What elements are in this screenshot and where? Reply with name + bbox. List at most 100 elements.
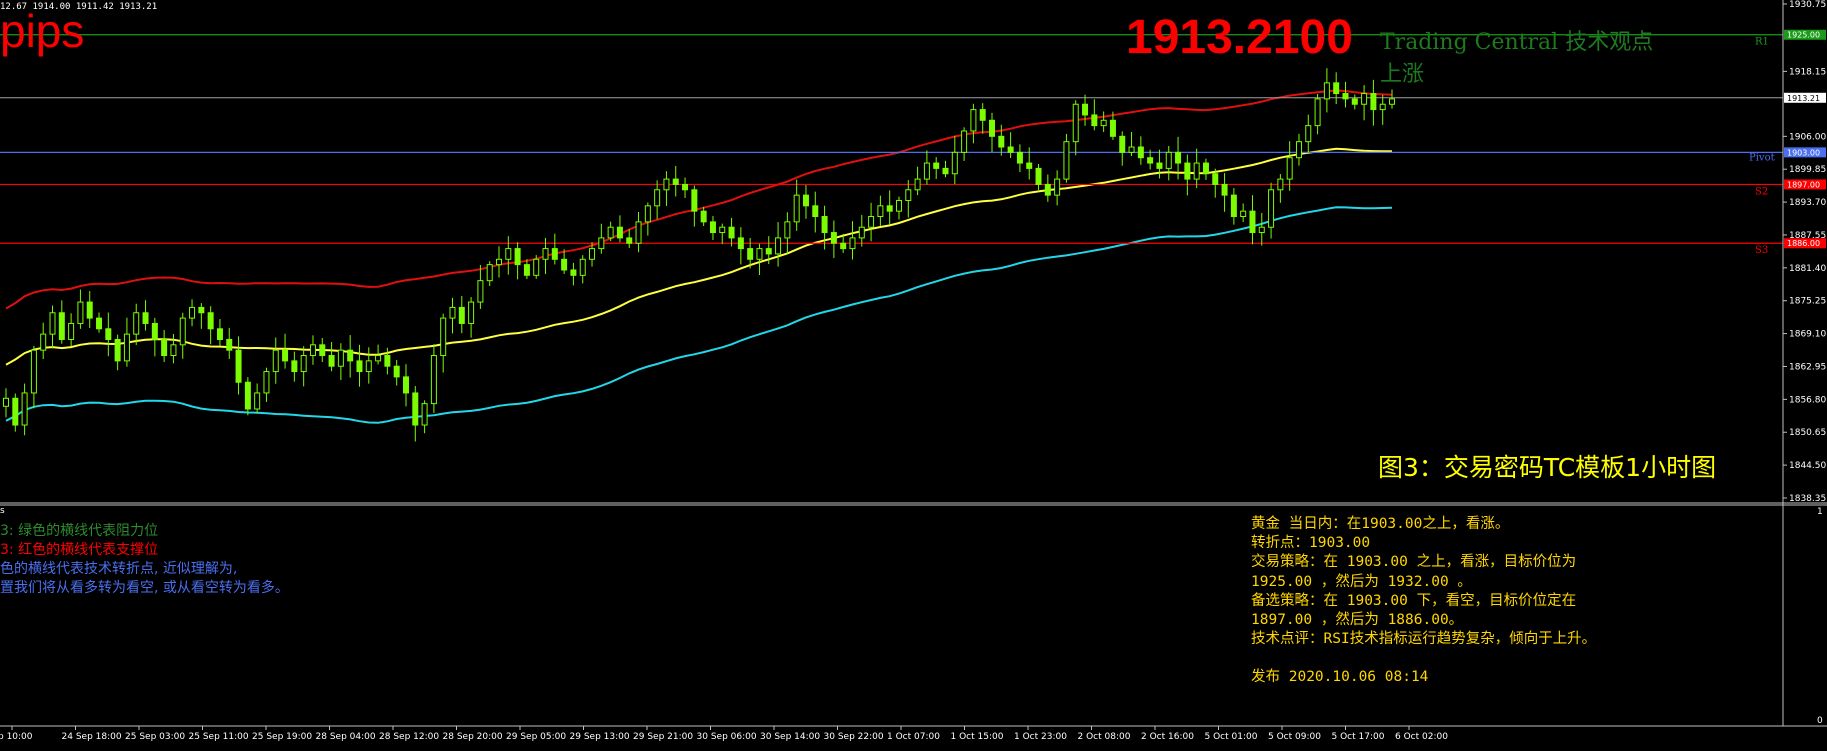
candle-body — [1035, 167, 1042, 185]
x-tick-label: 24 Sep 18:00 — [62, 732, 122, 742]
candle-body — [254, 392, 261, 410]
analysis-line: 1925.00 ，然后为 1932.00 。 — [1251, 573, 1472, 590]
x-tick-label: 2 Oct 08:00 — [1078, 732, 1131, 742]
candle-body — [793, 194, 800, 223]
moving-average-line — [5, 147, 1392, 366]
x-tick-label: 5 Oct 09:00 — [1268, 732, 1321, 742]
candle-body — [719, 226, 726, 234]
candle-body — [198, 306, 205, 314]
level-label: R1 — [1755, 37, 1769, 48]
x-tick-label: 1 Oct 23:00 — [1014, 732, 1067, 742]
x-tick-label: 5 Oct 17:00 — [1332, 732, 1385, 742]
candle-body — [505, 248, 512, 260]
candle-body — [840, 242, 847, 250]
candle-body — [226, 338, 233, 351]
candle-body — [747, 248, 754, 260]
candle-body — [393, 365, 400, 378]
candle-body — [216, 328, 223, 340]
lower-band-line — [5, 206, 1393, 424]
x-tick-label: 1 Oct 07:00 — [887, 732, 940, 742]
candle-body — [979, 109, 986, 121]
x-tick-label: 28 Sep 20:00 — [443, 732, 503, 742]
y-tick-label: 1838.35 — [1789, 494, 1826, 504]
candle-body — [700, 210, 707, 223]
candle-body — [1268, 189, 1275, 228]
candle-body — [244, 381, 251, 410]
candle-body — [1137, 146, 1144, 159]
candle-body — [375, 355, 382, 362]
candle-body — [96, 317, 103, 330]
candle-body — [756, 248, 763, 260]
candle-body — [402, 376, 409, 394]
x-tick-label: 25 Sep 11:00 — [189, 732, 249, 742]
upper-band-line — [5, 89, 1393, 310]
x-tick-label: 28 Sep 04:00 — [316, 732, 376, 742]
x-tick-label: p 10:00 — [0, 732, 33, 742]
tc-direction: 上涨 — [1380, 62, 1425, 87]
candle-body — [179, 317, 186, 346]
candle-body — [1016, 151, 1023, 164]
level-price-tag-text: 1925.00 — [1787, 31, 1820, 40]
x-tick-label: 28 Sep 12:00 — [379, 732, 439, 742]
candle-body — [1323, 82, 1330, 100]
candle-body — [998, 135, 1005, 148]
candle-body — [291, 360, 298, 373]
candle-body — [942, 167, 949, 175]
level-price-tag-text: 1897.00 — [1787, 180, 1820, 189]
candle-body — [1175, 151, 1182, 164]
candle-body — [1202, 162, 1209, 175]
subwindow-min-label: 0 — [1817, 716, 1823, 726]
x-tick-label: 29 Sep 05:00 — [506, 732, 566, 742]
candle-body — [1091, 114, 1098, 127]
candle-body — [1044, 183, 1051, 196]
candle-body — [347, 349, 354, 362]
analysis-line: 转折点：1903.00 — [1251, 535, 1371, 552]
candle-body — [114, 338, 121, 362]
candle-body — [12, 397, 19, 426]
candle-body — [263, 371, 270, 394]
candle-body — [877, 205, 884, 218]
candle-body — [133, 312, 140, 335]
legend-pivot-2: 置我们将从看多转为看空, 或从看空转为看多。 — [0, 580, 289, 596]
candle-body — [337, 349, 344, 367]
candle-body — [449, 306, 456, 319]
candle-body — [970, 109, 977, 132]
candle-body — [40, 333, 47, 351]
candle-body — [821, 216, 828, 234]
candle-body — [3, 397, 9, 407]
level-label: Pivot — [1749, 152, 1775, 163]
candle-body — [784, 221, 791, 239]
candle-body — [1072, 103, 1079, 143]
candle-body — [142, 312, 149, 324]
candle-body — [421, 403, 428, 426]
candle-body — [579, 258, 586, 276]
candle-body — [384, 355, 391, 367]
candle-body — [1063, 141, 1070, 180]
x-tick-label: 30 Sep 06:00 — [697, 732, 757, 742]
candle-body — [1221, 183, 1228, 196]
candle-body — [533, 258, 540, 276]
candle-body — [1165, 151, 1172, 169]
candle-body — [1147, 157, 1154, 164]
candle-body — [1249, 210, 1256, 234]
candle-body — [1305, 125, 1312, 143]
y-tick-label: 1844.50 — [1789, 461, 1826, 471]
subwindow-max-label: 1 — [1817, 507, 1823, 517]
candle-body — [598, 237, 605, 250]
y-tick-label: 1881.40 — [1789, 264, 1826, 274]
candle-body — [105, 328, 112, 340]
candle-body — [635, 221, 642, 244]
subwindow-label: s — [0, 506, 5, 516]
y-tick-label: 1850.65 — [1789, 428, 1826, 438]
candle-body — [235, 349, 242, 383]
candle-body — [607, 226, 614, 239]
candle-body — [775, 237, 782, 255]
candle-body — [895, 199, 902, 212]
candle-body — [412, 392, 419, 426]
candle-body — [812, 205, 819, 218]
legend-support: 3: 红色的横线代表支撑位 — [0, 542, 159, 558]
candle-body — [737, 237, 744, 250]
x-tick-label: 5 Oct 01:00 — [1205, 732, 1258, 742]
candle-body — [1193, 162, 1200, 180]
figure-caption: 图3：交易密码TC模板1小时图 — [1378, 453, 1717, 482]
